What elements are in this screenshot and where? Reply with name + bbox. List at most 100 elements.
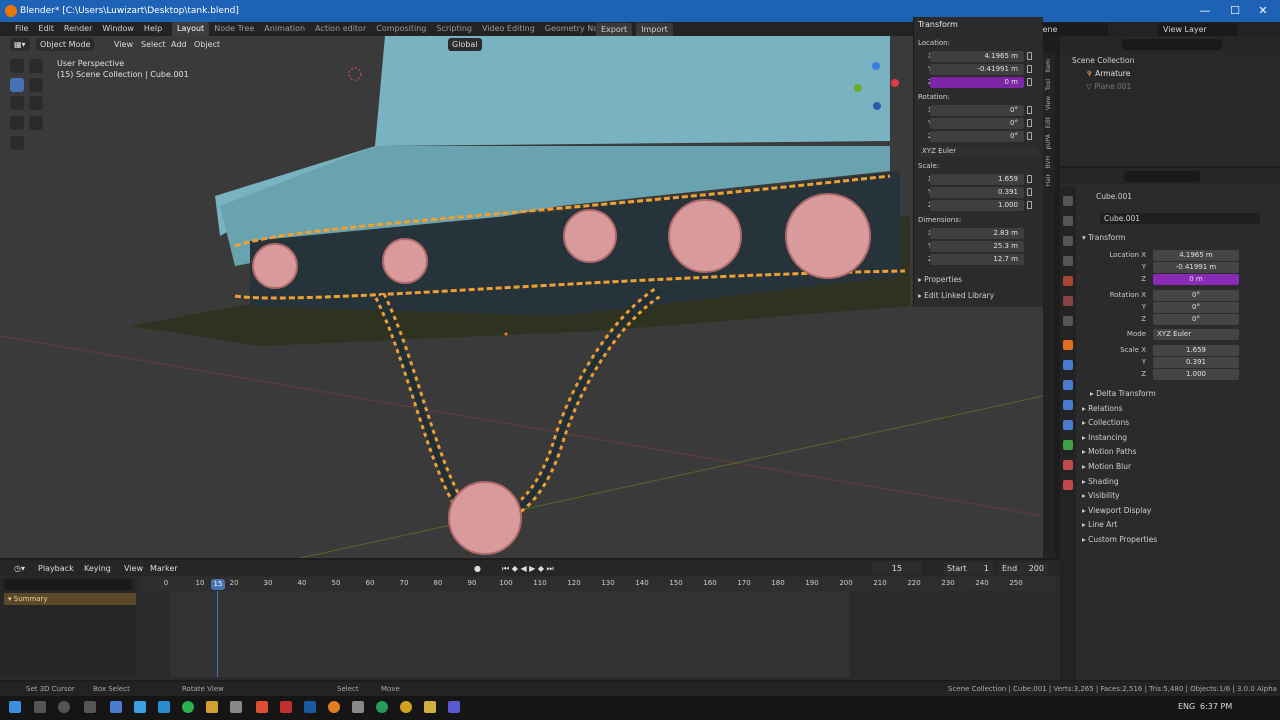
edge-icon[interactable] <box>376 701 388 713</box>
measure-tool-icon[interactable] <box>29 116 43 130</box>
properties-search-input[interactable] <box>1124 171 1200 182</box>
import-button[interactable]: Import <box>636 23 673 37</box>
end-frame-field[interactable]: End 200 <box>998 562 1048 575</box>
app-icon-2[interactable] <box>134 701 146 713</box>
close-button[interactable]: ✕ <box>1248 0 1278 22</box>
tab-animation[interactable]: Animation <box>259 22 310 36</box>
dim-z-field[interactable]: 12.7 m <box>930 254 1024 265</box>
object-mode-dropdown[interactable]: Object Mode <box>36 38 95 51</box>
playback-menu[interactable]: Playback <box>34 562 78 575</box>
edit-linked-library-subpanel[interactable]: ▸ Edit Linked Library <box>918 291 994 300</box>
lock-icon[interactable] <box>1027 78 1032 86</box>
prop-loc-z-field[interactable]: 0 m <box>1153 274 1239 285</box>
delta-transform-section[interactable]: ▸ Delta Transform <box>1090 389 1156 398</box>
lock-icon[interactable] <box>1027 188 1032 196</box>
app-icon-4[interactable] <box>256 701 268 713</box>
select-box-tool-icon[interactable] <box>10 59 24 73</box>
select-menu[interactable]: Select <box>137 38 170 51</box>
keyframe-area[interactable] <box>140 591 1055 677</box>
dim-y-field[interactable]: 25.3 m <box>930 241 1024 252</box>
cortana-icon[interactable] <box>58 701 70 713</box>
viewport-scene[interactable] <box>0 36 1043 558</box>
scale-x-field[interactable]: 1.659 <box>930 174 1024 185</box>
tab-item[interactable]: Item <box>1045 59 1052 73</box>
photoshop-icon[interactable] <box>304 701 316 713</box>
editor-type-icon[interactable]: ▦▾ <box>10 38 30 51</box>
motion-paths-section[interactable]: ▸ Motion Paths <box>1082 447 1136 456</box>
tab-layout[interactable]: Layout <box>172 22 210 36</box>
line-art-section[interactable]: ▸ Line Art <box>1082 520 1117 529</box>
tool-tab-icon[interactable] <box>1063 196 1073 206</box>
playhead-line[interactable] <box>217 591 218 677</box>
export-button[interactable]: Export <box>596 23 633 37</box>
summary-channel[interactable]: ▾ Summary <box>4 593 136 605</box>
record-button[interactable]: ● <box>470 562 485 575</box>
lock-icon[interactable] <box>1027 119 1032 127</box>
prop-rot-x-field[interactable]: 0° <box>1153 290 1239 301</box>
outliner-item-armature[interactable]: ♆ Armature <box>1086 69 1276 78</box>
prop-loc-x-field[interactable]: 4.1965 m <box>1153 250 1239 261</box>
outliner-item-plane[interactable]: ▽ Plane.001 <box>1086 82 1276 91</box>
task-view-icon[interactable] <box>84 701 96 713</box>
menu-file[interactable]: File <box>10 22 33 36</box>
add-menu[interactable]: Add <box>167 38 191 51</box>
scale-tool-icon[interactable] <box>10 96 24 110</box>
object-tab-icon[interactable] <box>1063 340 1073 350</box>
data-tab-icon[interactable] <box>1063 440 1073 450</box>
constraints-tab-icon[interactable] <box>1063 420 1073 430</box>
keying-menu[interactable]: Keying <box>80 562 115 575</box>
prop-scale-x-field[interactable]: 1.659 <box>1153 345 1239 356</box>
visibility-section[interactable]: ▸ Visibility <box>1082 491 1120 500</box>
loc-y-field[interactable]: -0.41991 m <box>930 64 1024 75</box>
tab-pupa[interactable]: pUPA <box>1045 134 1052 150</box>
instancing-section[interactable]: ▸ Instancing <box>1082 433 1127 442</box>
explorer-icon[interactable] <box>206 701 218 713</box>
prop-scale-z-field[interactable]: 1.000 <box>1153 369 1239 380</box>
current-frame-field[interactable]: 15 <box>872 562 922 575</box>
transform-section-header[interactable]: ▾ Transform <box>1082 233 1125 242</box>
scale-y-field[interactable]: 0.391 <box>930 187 1024 198</box>
teams-icon[interactable] <box>448 701 460 713</box>
3d-viewport[interactable]: ▦▾ Object Mode View Select Add Object Gl… <box>0 36 1043 558</box>
playback-controls[interactable]: ⏮ ◆ ◀ ▶ ◆ ⏭ <box>498 562 558 575</box>
annotate-tool-icon[interactable] <box>10 116 24 130</box>
language-indicator[interactable]: ENG <box>1178 702 1195 711</box>
object-name-field[interactable]: Cube.001 <box>1100 213 1260 224</box>
view-layer-tab-icon[interactable] <box>1063 256 1073 266</box>
lock-icon[interactable] <box>1027 65 1032 73</box>
lock-icon[interactable] <box>1027 201 1032 209</box>
frame-ruler[interactable]: 0 10 20 30 40 50 60 70 80 90 100 110 120 130 140 150 160… <box>140 577 1055 591</box>
view-menu[interactable]: View <box>110 38 137 51</box>
cursor-tool-icon[interactable] <box>29 59 43 73</box>
properties-subpanel[interactable]: ▸ Properties <box>918 275 962 284</box>
prop-loc-y-field[interactable]: -0.41991 m <box>1153 262 1239 273</box>
custom-properties-section[interactable]: ▸ Custom Properties <box>1082 535 1157 544</box>
timeline-search-input[interactable] <box>4 579 132 590</box>
prop-scale-y-field[interactable]: 0.391 <box>1153 357 1239 368</box>
scene-collection-row[interactable]: Scene Collection <box>1072 56 1134 65</box>
scene-tab-icon[interactable] <box>1063 276 1073 286</box>
start-frame-field[interactable]: Start 1 <box>943 562 993 575</box>
move-tool-icon[interactable] <box>10 78 24 92</box>
rot-x-field[interactable]: 0° <box>930 105 1024 116</box>
clock[interactable]: 6:37 PM <box>1200 702 1232 711</box>
loc-z-field[interactable]: 0 m <box>930 77 1024 88</box>
tab-action-editor[interactable]: Action editor <box>310 22 371 36</box>
render-tab-icon[interactable] <box>1063 216 1073 226</box>
rotate-tool-icon[interactable] <box>29 78 43 92</box>
tab-tool[interactable]: Tool <box>1045 79 1052 91</box>
tab-compositing[interactable]: Compositing <box>371 22 431 36</box>
prop-rot-z-field[interactable]: 0° <box>1153 314 1239 325</box>
motion-blur-section[interactable]: ▸ Motion Blur <box>1082 462 1131 471</box>
menu-render[interactable]: Render <box>59 22 97 36</box>
rotation-mode-dropdown[interactable]: XYZ Euler <box>918 146 1038 157</box>
blender-taskbar-icon[interactable] <box>328 701 340 713</box>
material-tab-icon[interactable] <box>1063 460 1073 470</box>
menu-edit[interactable]: Edit <box>33 22 59 36</box>
chrome-icon[interactable] <box>400 701 412 713</box>
particles-tab-icon[interactable] <box>1063 380 1073 390</box>
transform-orientation-dropdown[interactable]: Global <box>448 38 482 51</box>
object-menu[interactable]: Object <box>190 38 224 51</box>
lock-icon[interactable] <box>1027 175 1032 183</box>
folder-icon[interactable] <box>424 701 436 713</box>
